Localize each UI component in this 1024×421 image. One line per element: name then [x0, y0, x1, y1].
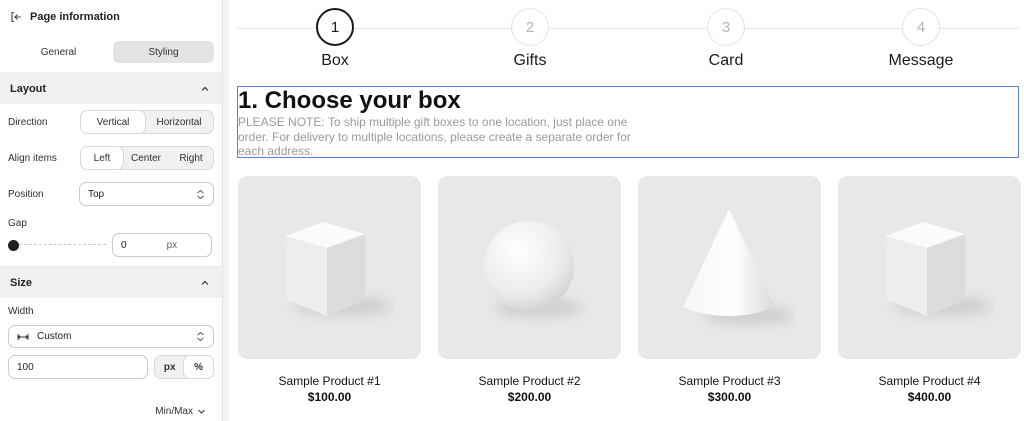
- product-image: [238, 176, 421, 359]
- unit-px-option[interactable]: px: [155, 356, 184, 378]
- direction-vertical-option[interactable]: Vertical: [81, 111, 145, 133]
- width-mode-select[interactable]: Custom: [8, 325, 214, 348]
- step-box[interactable]: 1 Box: [275, 8, 395, 70]
- gap-slider[interactable]: [8, 239, 106, 251]
- cone-image: [682, 208, 795, 324]
- gap-slider-handle[interactable]: [8, 240, 19, 251]
- align-items-label: Align items: [8, 152, 57, 164]
- align-center-option[interactable]: Center: [123, 147, 169, 169]
- product-name: Sample Product #3: [678, 374, 781, 388]
- step-label: Message: [888, 52, 954, 69]
- size-section-header[interactable]: Size: [0, 266, 222, 298]
- gap-row: 0 px: [0, 230, 222, 260]
- gap-input[interactable]: 0 px: [112, 233, 212, 257]
- width-arrows-icon: [17, 333, 29, 340]
- select-arrows-icon: [197, 189, 204, 199]
- width-mode-value: Custom: [37, 331, 72, 342]
- step-gifts[interactable]: 2 Gifts: [470, 8, 590, 70]
- position-value: Top: [88, 188, 105, 200]
- step-number: 4: [902, 8, 940, 46]
- settings-panel: Page information General Styling Layout …: [0, 0, 223, 421]
- step-number: 2: [511, 8, 549, 46]
- page-preview: 1 Box 2 Gifts 3 Card 4 Message 1. Choose…: [229, 0, 1024, 421]
- width-input[interactable]: 100: [8, 355, 149, 379]
- product-image: [438, 176, 621, 359]
- selected-page-info-block[interactable]: 1. Choose your box PLEASE NOTE: To ship …: [237, 86, 1019, 158]
- layout-heading: Layout: [10, 82, 47, 95]
- minmax-label: Min/Max: [155, 406, 193, 417]
- size-heading: Size: [10, 276, 33, 289]
- product-card[interactable]: Sample Product #2 $200.00: [438, 176, 621, 404]
- gap-label: Gap: [8, 218, 27, 229]
- position-label: Position: [8, 188, 44, 200]
- cube-image: [284, 221, 393, 316]
- select-arrows-icon: [197, 331, 204, 342]
- gap-slider-track: [14, 244, 106, 245]
- product-grid: Sample Product #1 $100.00 Sample Product…: [238, 176, 1021, 404]
- gap-unit: px: [166, 239, 178, 251]
- product-name: Sample Product #4: [878, 374, 981, 388]
- align-right-option[interactable]: Right: [169, 147, 213, 169]
- product-name: Sample Product #2: [478, 374, 581, 388]
- direction-toggle: Vertical Horizontal: [80, 110, 214, 134]
- step-number: 1: [316, 8, 354, 46]
- width-unit-toggle: px %: [154, 355, 214, 379]
- product-name: Sample Product #1: [278, 374, 381, 388]
- chevron-up-icon: [201, 86, 209, 91]
- chevron-down-icon: [198, 409, 205, 414]
- product-price: $300.00: [707, 390, 752, 404]
- product-card[interactable]: Sample Product #4 $400.00: [838, 176, 1021, 404]
- product-price: $200.00: [507, 390, 552, 404]
- tab-styling[interactable]: Styling: [113, 41, 214, 63]
- step-label: Box: [321, 52, 349, 69]
- page-heading: 1. Choose your box: [238, 87, 461, 114]
- product-card[interactable]: Sample Product #1 $100.00: [238, 176, 421, 404]
- sphere-image: [483, 220, 583, 317]
- step-label: Card: [708, 52, 744, 69]
- position-row: Position Top: [0, 176, 222, 212]
- product-image: [638, 176, 821, 359]
- step-label: Gifts: [513, 52, 547, 69]
- gap-value: 0: [121, 239, 127, 251]
- panel-tabs: General Styling: [0, 33, 222, 72]
- chevron-up-icon: [201, 280, 209, 285]
- align-left-option[interactable]: Left: [81, 147, 123, 169]
- product-price: $400.00: [907, 390, 952, 404]
- layout-section-header[interactable]: Layout: [0, 72, 222, 104]
- direction-row: Direction Vertical Horizontal: [0, 104, 222, 140]
- cube-image: [884, 221, 993, 316]
- width-value-row: 100 px %: [8, 355, 214, 379]
- step-message[interactable]: 4 Message: [861, 8, 981, 70]
- product-price: $100.00: [307, 390, 352, 404]
- minmax-toggle[interactable]: Min/Max: [155, 406, 206, 417]
- unit-percent-option[interactable]: %: [184, 356, 213, 378]
- step-progress: 1 Box 2 Gifts 3 Card 4 Message: [237, 8, 1019, 72]
- direction-label: Direction: [8, 116, 48, 128]
- exit-icon[interactable]: [10, 11, 22, 23]
- product-card[interactable]: Sample Product #3 $300.00: [638, 176, 821, 404]
- align-items-row: Align items Left Center Right: [0, 140, 222, 176]
- position-select[interactable]: Top: [79, 182, 214, 206]
- shipping-note: PLEASE NOTE: To ship multiple gift boxes…: [238, 115, 631, 158]
- width-label: Width: [8, 306, 34, 317]
- tab-general[interactable]: General: [8, 41, 109, 63]
- width-value: 100: [17, 361, 34, 373]
- product-image: [838, 176, 1021, 359]
- direction-horizontal-option[interactable]: Horizontal: [145, 111, 213, 133]
- step-card[interactable]: 3 Card: [666, 8, 786, 70]
- panel-title: Page information: [30, 10, 120, 23]
- panel-header: Page information: [0, 0, 222, 33]
- step-number: 3: [707, 8, 745, 46]
- align-items-toggle: Left Center Right: [80, 146, 214, 170]
